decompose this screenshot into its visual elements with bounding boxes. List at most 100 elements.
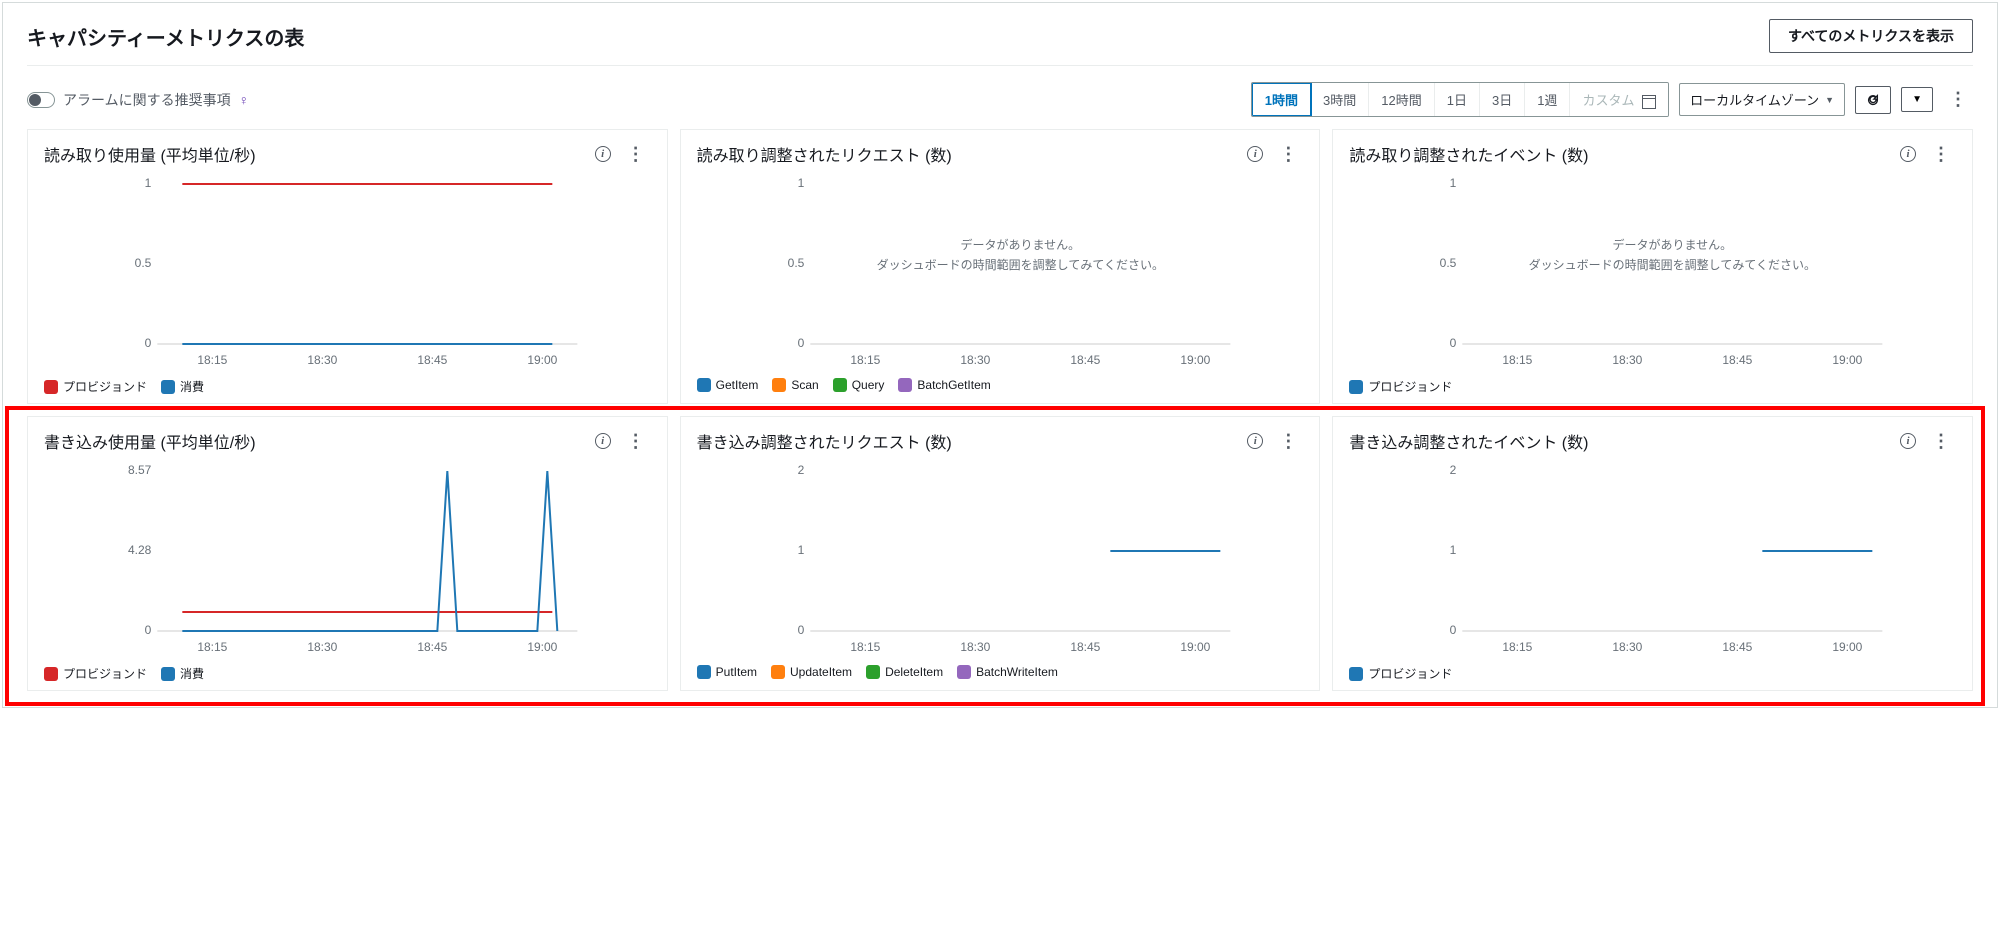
svg-text:0.5: 0.5 xyxy=(135,256,152,270)
page-title: キャパシティーメトリクスの表 xyxy=(27,22,304,51)
info-icon[interactable]: i xyxy=(595,433,611,449)
legend-item[interactable]: Scan xyxy=(772,378,818,392)
svg-text:19:00: 19:00 xyxy=(527,353,557,367)
svg-text:8.57: 8.57 xyxy=(128,463,152,477)
range-12h[interactable]: 12時間 xyxy=(1369,83,1434,116)
svg-text:データがありません。: データがありません。 xyxy=(1613,237,1733,252)
legend-item[interactable]: PutItem xyxy=(697,665,757,679)
legend-item[interactable]: BatchWriteItem xyxy=(957,665,1058,679)
chart-card-read-throttled-requests: 読み取り調整されたリクエスト (数) i ⋮ 1 0.5 0 データがありません。… xyxy=(680,129,1321,404)
metrics-panel: キャパシティーメトリクスの表 すべてのメトリクスを表示 アラームに関する推奨事項… xyxy=(2,2,1998,708)
svg-text:18:30: 18:30 xyxy=(960,353,990,367)
svg-text:18:30: 18:30 xyxy=(307,640,337,654)
svg-text:18:45: 18:45 xyxy=(417,640,447,654)
legend-item[interactable]: プロビジョンド xyxy=(44,378,147,395)
view-all-metrics-button[interactable]: すべてのメトリクスを表示 xyxy=(1769,19,1973,53)
svg-text:1: 1 xyxy=(797,543,804,557)
chart-title: 書き込み調整されたイベント (数) xyxy=(1349,429,1588,453)
chart-title: 読み取り調整されたイベント (数) xyxy=(1349,142,1588,166)
svg-text:18:15: 18:15 xyxy=(850,640,880,654)
chart-card-write-usage: 書き込み使用量 (平均単位/秒) i ⋮ 8.57 4.28 0 18:15 18… xyxy=(27,416,668,691)
chart-menu-button[interactable]: ⋮ xyxy=(1273,431,1303,452)
chart-legend: プロビジョンド xyxy=(1349,665,1956,682)
chart-legend: プロビジョンド 消費 xyxy=(44,378,651,395)
range-3h[interactable]: 3時間 xyxy=(1311,83,1369,116)
svg-text:18:45: 18:45 xyxy=(417,353,447,367)
info-icon[interactable]: i xyxy=(1247,146,1263,162)
toolbar-menu-button[interactable]: ⋮ xyxy=(1943,89,1973,110)
chart-title: 読み取り調整されたリクエスト (数) xyxy=(697,142,952,166)
chart-menu-button[interactable]: ⋮ xyxy=(621,431,651,452)
panel-header: キャパシティーメトリクスの表 すべてのメトリクスを表示 xyxy=(27,19,1973,66)
info-icon[interactable]: i xyxy=(1247,433,1263,449)
chart-card-write-throttled-events: 書き込み調整されたイベント (数) i ⋮ 2 1 0 18:15 18:30 1… xyxy=(1332,416,1973,691)
svg-text:1: 1 xyxy=(1450,543,1457,557)
legend-item[interactable]: DeleteItem xyxy=(866,665,943,679)
legend-item[interactable]: プロビジョンド xyxy=(44,665,147,682)
svg-text:19:00: 19:00 xyxy=(1180,640,1210,654)
no-data-msg-2: ダッシュボードの時間範囲を調整してみてください。 xyxy=(876,257,1163,272)
chart-legend: プロビジョンド 消費 xyxy=(44,665,651,682)
range-1d[interactable]: 1日 xyxy=(1435,83,1480,116)
range-1w[interactable]: 1週 xyxy=(1525,83,1570,116)
chart-card-read-throttled-events: 読み取り調整されたイベント (数) i⋮ 1 0.5 0 データがありません。 … xyxy=(1332,129,1973,404)
svg-text:18:30: 18:30 xyxy=(960,640,990,654)
svg-text:19:00: 19:00 xyxy=(1180,353,1210,367)
svg-text:19:00: 19:00 xyxy=(527,640,557,654)
svg-text:18:30: 18:30 xyxy=(1613,353,1643,367)
legend-item[interactable]: BatchGetItem xyxy=(898,378,990,392)
chart-svg: 2 1 0 18:15 18:30 18:45 19:00 xyxy=(1349,461,1956,661)
toolbar: アラームに関する推奨事項 ♀ 1時間 3時間 12時間 1日 3日 1週 カスタ… xyxy=(27,82,1973,117)
svg-text:1: 1 xyxy=(797,176,804,190)
info-icon[interactable]: i xyxy=(1900,433,1916,449)
svg-text:0.5: 0.5 xyxy=(787,256,804,270)
chart-svg: 1 0.5 0 18:15 18:30 18:45 19:00 xyxy=(44,174,651,374)
svg-text:18:45: 18:45 xyxy=(1070,640,1100,654)
legend-item[interactable]: GetItem xyxy=(697,378,759,392)
chart-menu-button[interactable]: ⋮ xyxy=(1926,144,1956,165)
timezone-select[interactable]: ローカルタイムゾーン xyxy=(1679,83,1845,116)
svg-text:1: 1 xyxy=(145,176,152,190)
svg-text:ダッシュボードの時間範囲を調整してみてください。: ダッシュボードの時間範囲を調整してみてください。 xyxy=(1529,257,1816,272)
legend-item[interactable]: 消費 xyxy=(161,378,204,395)
svg-text:0: 0 xyxy=(797,336,804,350)
lightbulb-icon: ♀ xyxy=(239,92,250,108)
svg-text:18:15: 18:15 xyxy=(197,353,227,367)
info-icon[interactable]: i xyxy=(595,146,611,162)
svg-text:18:45: 18:45 xyxy=(1723,353,1753,367)
chart-title: 読み取り使用量 (平均単位/秒) xyxy=(44,142,256,166)
alarm-recommendations-toggle[interactable] xyxy=(27,92,55,108)
legend-item[interactable]: 消費 xyxy=(161,665,204,682)
svg-text:18:15: 18:15 xyxy=(1503,353,1533,367)
svg-text:18:15: 18:15 xyxy=(197,640,227,654)
no-data-msg-1: データがありません。 xyxy=(960,237,1080,252)
chart-title: 書き込み調整されたリクエスト (数) xyxy=(697,429,952,453)
svg-text:0: 0 xyxy=(1450,336,1457,350)
chart-legend: PutItem UpdateItem DeleteItem BatchWrite… xyxy=(697,665,1304,679)
svg-text:18:30: 18:30 xyxy=(1613,640,1643,654)
info-icon[interactable]: i xyxy=(1900,146,1916,162)
legend-item[interactable]: UpdateItem xyxy=(771,665,852,679)
svg-text:18:15: 18:15 xyxy=(850,353,880,367)
range-custom[interactable]: カスタム xyxy=(1570,83,1668,116)
svg-text:0: 0 xyxy=(1450,623,1457,637)
legend-item[interactable]: プロビジョンド xyxy=(1349,665,1452,682)
legend-item[interactable]: プロビジョンド xyxy=(1349,378,1452,395)
range-3d[interactable]: 3日 xyxy=(1480,83,1525,116)
refresh-dropdown-button[interactable]: ▼ xyxy=(1901,87,1933,112)
svg-text:18:45: 18:45 xyxy=(1723,640,1753,654)
time-range-group: 1時間 3時間 12時間 1日 3日 1週 カスタム xyxy=(1251,82,1669,117)
alarm-recommendations-label: アラームに関する推奨事項 xyxy=(63,90,231,110)
chart-menu-button[interactable]: ⋮ xyxy=(1926,431,1956,452)
refresh-button[interactable] xyxy=(1855,86,1891,114)
chart-menu-button[interactable]: ⋮ xyxy=(1273,144,1303,165)
chart-menu-button[interactable]: ⋮ xyxy=(621,144,651,165)
svg-text:2: 2 xyxy=(1450,463,1457,477)
legend-item[interactable]: Query xyxy=(833,378,885,392)
range-1h[interactable]: 1時間 xyxy=(1251,82,1312,117)
chart-legend: GetItem Scan Query BatchGetItem xyxy=(697,378,1304,392)
chart-title: 書き込み使用量 (平均単位/秒) xyxy=(44,429,256,453)
svg-text:19:00: 19:00 xyxy=(1833,353,1863,367)
chart-svg: 8.57 4.28 0 18:15 18:30 18:45 19:00 xyxy=(44,461,651,661)
chart-card-read-usage: 読み取り使用量 (平均単位/秒) i ⋮ 1 0.5 0 18:15 18:30 … xyxy=(27,129,668,404)
